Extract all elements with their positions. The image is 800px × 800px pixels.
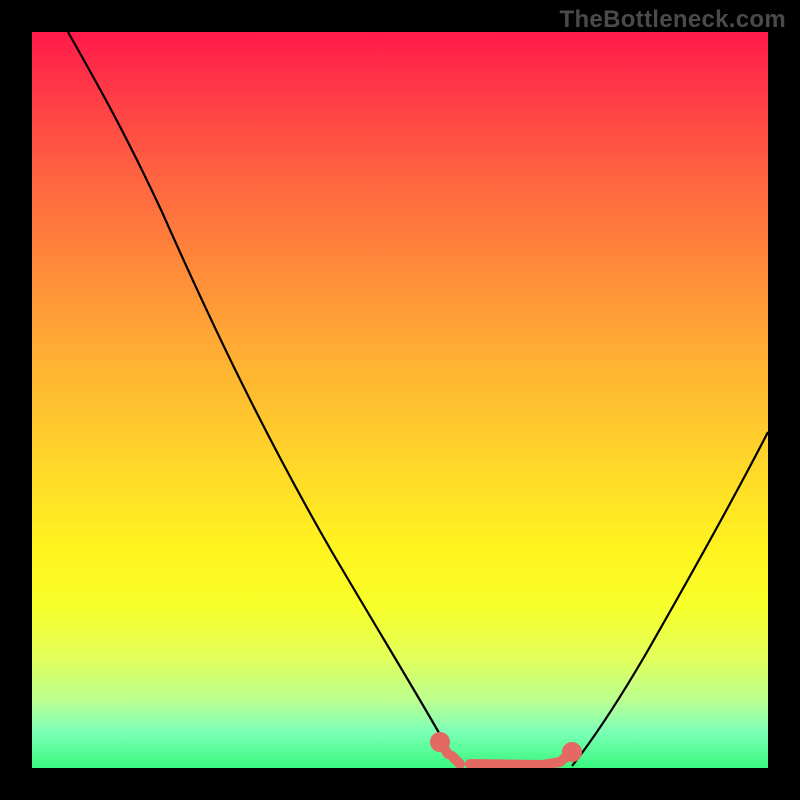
watermark-text: TheBottleneck.com [560,6,786,34]
right-curve [572,432,768,766]
chart-svg [32,32,768,768]
plot-area [32,32,768,768]
chart-frame: TheBottleneck.com [0,0,800,800]
left-curve [68,32,460,766]
bottom-markers [435,737,577,765]
